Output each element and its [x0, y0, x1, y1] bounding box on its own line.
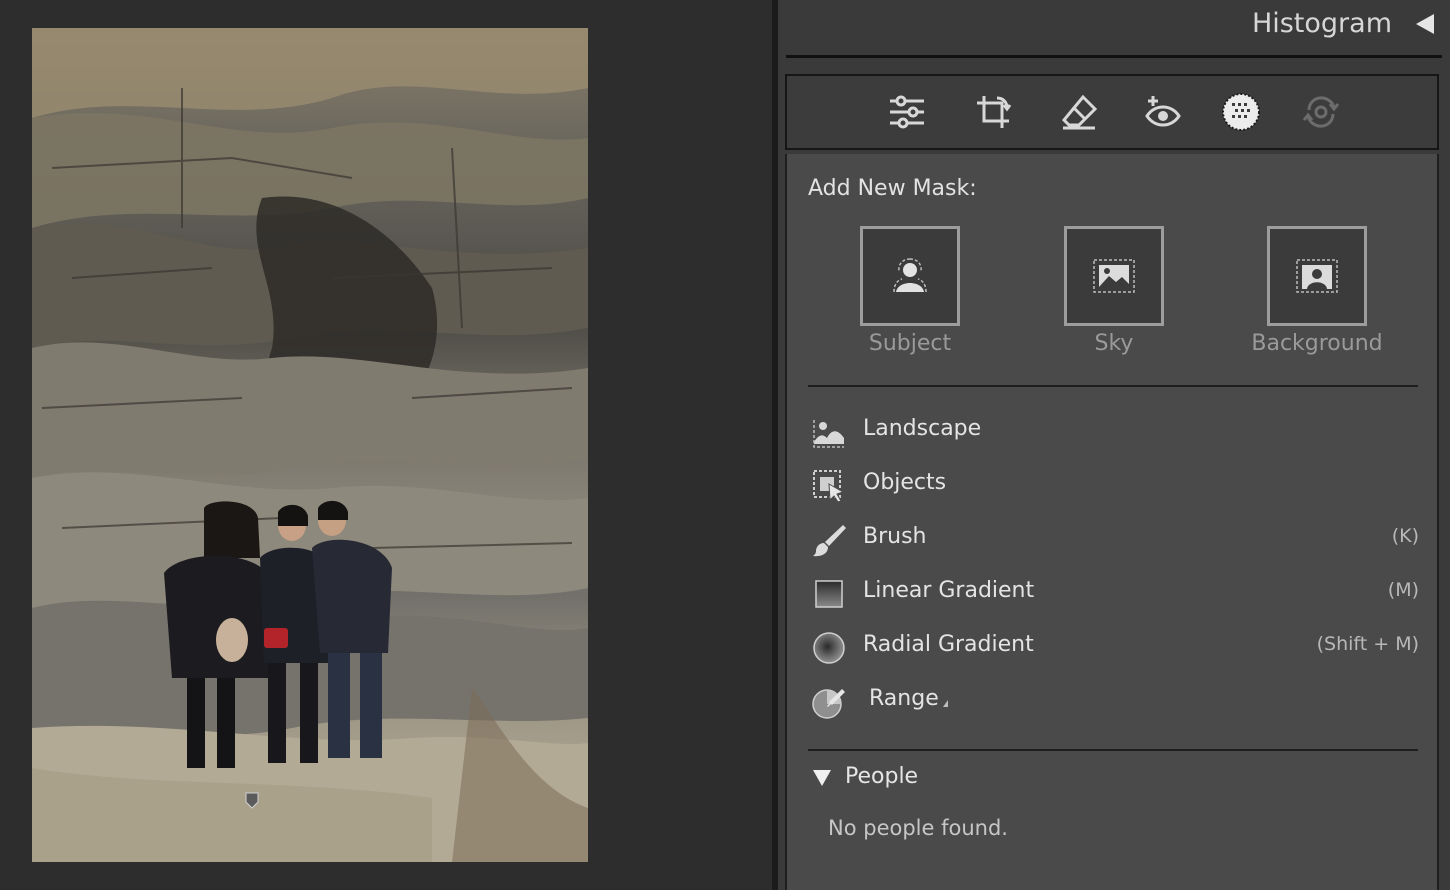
crop-icon[interactable] [969, 88, 1017, 136]
add-new-mask-heading: Add New Mask: [808, 176, 977, 201]
range-label-text: Range [869, 686, 939, 711]
landscape-label: Landscape [863, 416, 982, 441]
histogram-title: Histogram [1251, 8, 1392, 39]
range-icon [812, 689, 845, 719]
linear-gradient-shortcut: (M) [1387, 579, 1419, 601]
people-section-divider [808, 749, 1418, 751]
sky-mask-icon [1093, 259, 1135, 293]
brush-icon [813, 525, 846, 557]
histogram-separator [786, 55, 1442, 58]
mask-item-linear-gradient[interactable]: Linear Gradient (M) [811, 572, 1419, 612]
no-people-message: No people found. [828, 816, 1008, 840]
linear-gradient-label: Linear Gradient [863, 578, 1035, 603]
mask-section-divider [808, 385, 1418, 387]
histogram-header[interactable]: Histogram [778, 0, 1450, 56]
brush-shortcut: (K) [1391, 525, 1419, 547]
masking-icon[interactable] [1217, 88, 1265, 136]
mask-item-radial-gradient[interactable]: Radial Gradient (Shift + M) [811, 626, 1419, 666]
masking-panel: Add New Mask: Subject Sky Background Lan… [785, 154, 1439, 890]
healing-eraser-icon[interactable] [1055, 88, 1103, 136]
expand-histogram-arrow-icon[interactable] [1416, 14, 1434, 34]
radial-gradient-label: Radial Gradient [863, 632, 1034, 657]
range-label: Range [869, 686, 948, 711]
objects-label: Objects [863, 470, 947, 495]
landscape-icon [813, 420, 844, 448]
sky-mask-button[interactable] [1064, 226, 1164, 326]
linear-gradient-icon [815, 580, 843, 608]
subject-mask-label: Subject [868, 331, 952, 356]
mask-item-range[interactable]: Range [811, 680, 1419, 720]
sky-mask-label: Sky [1094, 331, 1134, 356]
background-mask-button[interactable] [1267, 226, 1367, 326]
photo-preview[interactable] [32, 28, 588, 862]
radial-gradient-icon [813, 632, 845, 664]
subject-mask-icon [893, 258, 927, 293]
edit-sliders-icon[interactable] [883, 88, 931, 136]
background-mask-icon [1296, 259, 1338, 293]
red-eye-icon[interactable] [1139, 88, 1187, 136]
presets-reset-icon [1297, 88, 1345, 136]
radial-gradient-shortcut: (Shift + M) [1316, 633, 1419, 655]
photo-image [32, 28, 588, 862]
photo-canvas[interactable] [0, 0, 772, 890]
right-panel: Histogram Add New Mask: Subject Sky Back… [778, 0, 1450, 890]
mask-item-brush[interactable]: Brush (K) [811, 518, 1419, 558]
collapse-triangle-icon[interactable] [813, 770, 831, 786]
objects-icon [813, 470, 845, 503]
brush-label: Brush [863, 524, 927, 549]
tool-strip [785, 74, 1439, 150]
subject-mask-button[interactable] [860, 226, 960, 326]
background-mask-label: Background [1251, 331, 1383, 356]
mask-item-objects[interactable]: Objects [811, 464, 1419, 504]
people-title: People [845, 764, 919, 789]
mask-item-landscape[interactable]: Landscape [811, 410, 1419, 450]
range-dropdown-icon[interactable] [942, 700, 948, 707]
